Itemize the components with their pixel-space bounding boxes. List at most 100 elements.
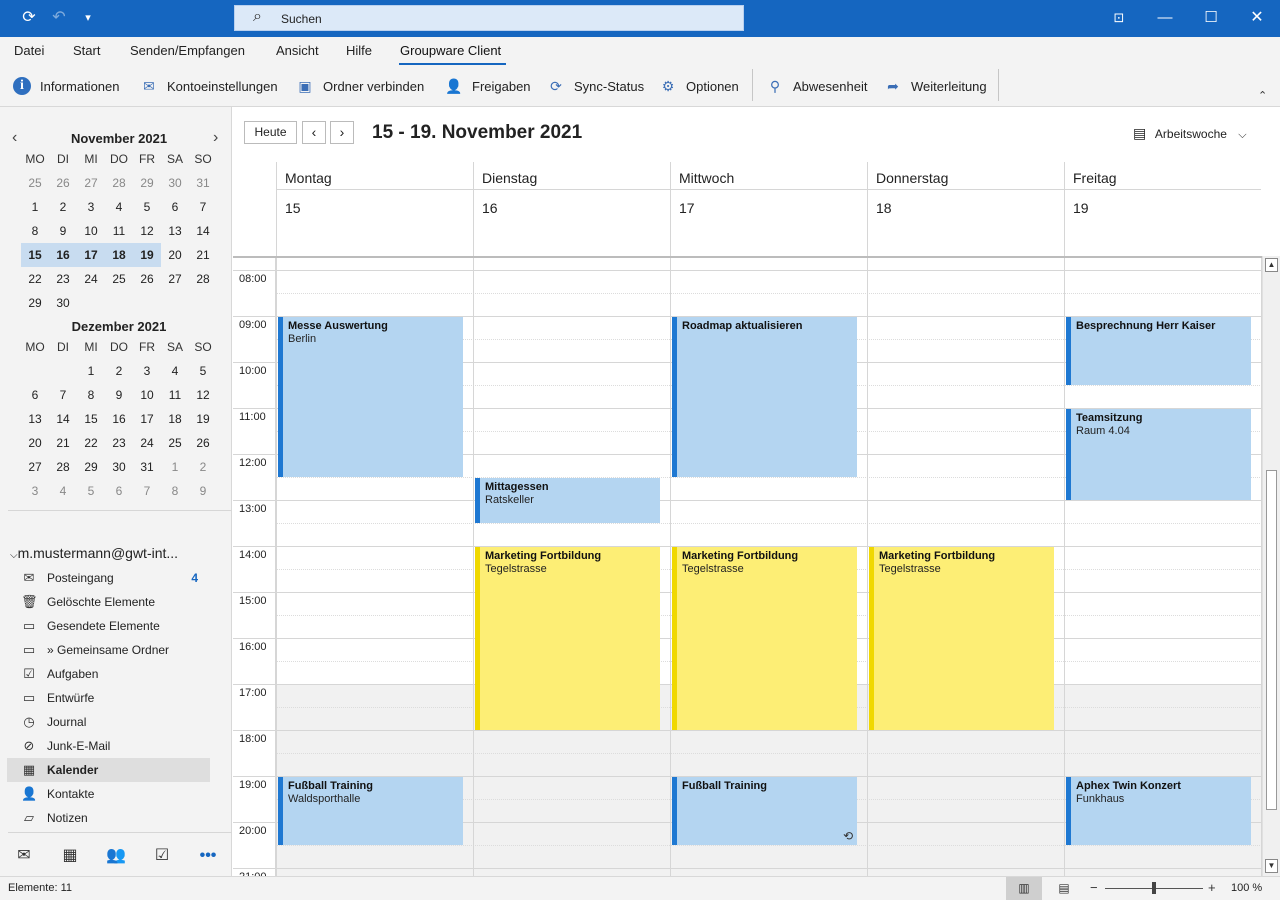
mini-cal-day[interactable]: 13 [161,219,189,243]
mini-cal-day[interactable]: 13 [21,407,49,431]
mini-cal-day[interactable]: 21 [189,243,217,267]
tab-hilfe[interactable]: Hilfe [346,43,372,58]
mini-cal-day[interactable]: 25 [21,171,49,195]
mini-cal-day[interactable]: 9 [189,479,217,503]
scroll-thumb[interactable] [1266,470,1277,810]
mini-cal-day[interactable]: 23 [105,431,133,455]
mini-cal-day[interactable]: 28 [49,455,77,479]
people-icon[interactable]: 👥 [103,845,129,867]
mini-cal-day[interactable]: 12 [189,383,217,407]
folder-item[interactable]: ▭ Gesendete Elemente [7,614,210,638]
mini-cal-day[interactable]: 11 [161,383,189,407]
mini-cal-day[interactable]: 30 [49,291,77,315]
next-week-button[interactable]: › [330,121,354,144]
mini-cal-day[interactable]: 27 [21,455,49,479]
calendar-event[interactable]: Messe Auswertung Berlin [278,317,463,477]
day-column-header[interactable]: Mittwoch 17 [670,162,867,256]
folder-item[interactable]: 👤 Kontakte [7,782,210,806]
ribbon-display-options-icon[interactable]: ⊡ [1096,0,1142,37]
mini-cal-day[interactable]: 29 [133,171,161,195]
minimize-button[interactable]: — [1142,0,1188,37]
vertical-scrollbar[interactable]: ▲ ▼ [1262,256,1280,876]
mini-cal-day[interactable]: 9 [105,383,133,407]
day-column-header[interactable]: Montag 15 [276,162,473,256]
folder-item[interactable]: ☑ Aufgaben [7,662,210,686]
mini-cal-day[interactable]: 10 [133,383,161,407]
calendar-event[interactable]: Marketing Fortbildung Tegelstrasse [672,547,857,730]
mail-icon[interactable]: ✉ [11,845,37,867]
mini-cal-day[interactable]: 3 [21,479,49,503]
mini-cal-day[interactable]: 16 [49,243,77,267]
tab-senden-empfangen[interactable]: Senden/Empfangen [130,43,245,58]
mini-cal-day[interactable]: 2 [189,455,217,479]
mini-cal-day[interactable]: 1 [77,359,105,383]
mini-cal-day[interactable]: 20 [161,243,189,267]
mini-cal-day[interactable]: 7 [133,479,161,503]
tab-datei[interactable]: Datei [14,43,44,58]
mini-cal-day[interactable]: 6 [21,383,49,407]
mini-cal-day[interactable]: 22 [77,431,105,455]
reading-view-icon[interactable]: ▤ [1046,877,1082,900]
calendar-event[interactable]: Roadmap aktualisieren [672,317,857,477]
mini-cal-day[interactable]: 15 [77,407,105,431]
mini-cal-day[interactable]: 7 [49,383,77,407]
search-input[interactable]: ⌕ Suchen [234,5,744,31]
account-header[interactable]: ⌵m.mustermann@gwt-int... [10,545,178,561]
mini-cal-day[interactable]: 14 [49,407,77,431]
mini-cal-day[interactable]: 27 [77,171,105,195]
mini-cal-day[interactable]: 8 [161,479,189,503]
tab-ansicht[interactable]: Ansicht [276,43,319,58]
mini-cal-day[interactable]: 28 [105,171,133,195]
mini-cal-day[interactable]: 28 [189,267,217,291]
tab-groupware-client[interactable]: Groupware Client [400,43,501,58]
kontoeinstellungen-button[interactable]: ✉ Kontoeinstellungen [140,75,277,97]
mini-cal-day[interactable]: 31 [189,171,217,195]
mini-cal-day[interactable]: 19 [189,407,217,431]
mini-cal-day[interactable]: 10 [77,219,105,243]
scroll-up-icon[interactable]: ▲ [1265,258,1278,272]
zoom-out-icon[interactable]: − [1090,880,1098,895]
folder-item[interactable]: ▭ Entwürfe [7,686,210,710]
normal-view-icon[interactable]: ▥ [1006,877,1042,900]
mini-cal-day[interactable]: 4 [105,195,133,219]
mini-cal-day[interactable]: 17 [77,243,105,267]
undo-icon[interactable]: ↶ [48,7,70,29]
mini-cal-day[interactable]: 24 [133,431,161,455]
mini-cal-day[interactable]: 2 [105,359,133,383]
zoom-slider-handle[interactable] [1152,882,1156,894]
mini-cal-day[interactable]: 15 [21,243,49,267]
mini-cal-day[interactable]: 12 [133,219,161,243]
close-button[interactable]: ✕ [1234,0,1280,37]
calendar-event[interactable]: Fußball Training Waldsporthalle [278,777,463,845]
calendar-event[interactable]: Fußball Training ⟲ [672,777,857,845]
calendar-event[interactable]: Marketing Fortbildung Tegelstrasse [869,547,1054,730]
sync-icon[interactable]: ⟳ [18,7,40,29]
optionen-button[interactable]: ⚙ Optionen [659,75,739,97]
mini-cal-day[interactable]: 19 [133,243,161,267]
mini-cal-day[interactable]: 2 [49,195,77,219]
calendar-event[interactable]: Mittagessen Ratskeller [475,478,660,523]
mini-cal-day[interactable]: 9 [49,219,77,243]
mini-cal-day[interactable]: 11 [105,219,133,243]
mini-cal-day[interactable]: 24 [77,267,105,291]
folder-item[interactable]: ▭ » Gemeinsame Ordner [7,638,210,662]
scroll-down-icon[interactable]: ▼ [1265,859,1278,873]
mini-cal-day[interactable]: 26 [49,171,77,195]
calendar-event[interactable]: Besprechnung Herr Kaiser [1066,317,1251,385]
mini-cal-day[interactable]: 8 [77,383,105,407]
mini-cal-day[interactable]: 17 [133,407,161,431]
abwesenheit-button[interactable]: ⚲ Abwesenheit [766,75,868,97]
today-button[interactable]: Heute [244,121,297,144]
day-column-header[interactable]: Dienstag 16 [473,162,670,256]
mini-cal-day[interactable]: 3 [133,359,161,383]
freigaben-button[interactable]: 👤 Freigaben [445,75,530,97]
mini-cal-day[interactable]: 30 [105,455,133,479]
mini-cal-day[interactable]: 18 [161,407,189,431]
prev-week-button[interactable]: ‹ [302,121,326,144]
mini-cal-day[interactable]: 26 [189,431,217,455]
mini-cal-day[interactable]: 3 [77,195,105,219]
calendar-icon[interactable]: ▦ [57,845,83,867]
calendar-event[interactable]: Aphex Twin Konzert Funkhaus [1066,777,1251,845]
mini-cal-day[interactable]: 4 [161,359,189,383]
mini-cal-day[interactable]: 26 [133,267,161,291]
